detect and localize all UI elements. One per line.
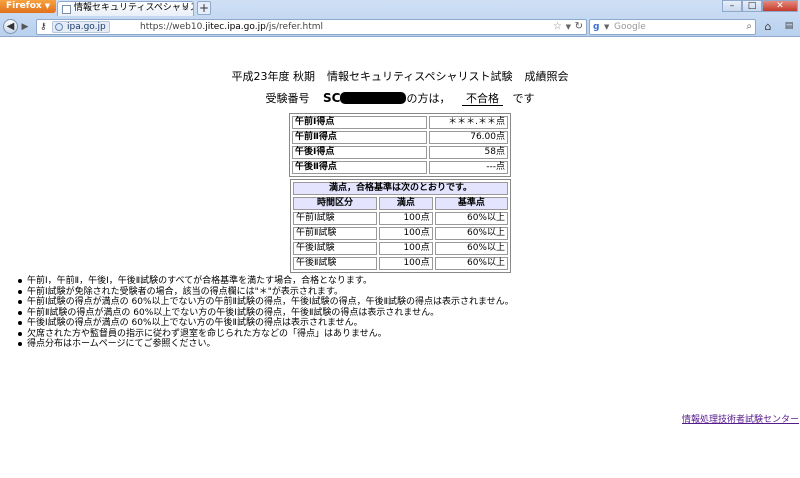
- score-value: ＊＊＊.＊＊点: [428, 116, 508, 129]
- exam-number-prefix: SC: [323, 91, 341, 105]
- new-tab-button[interactable]: +: [197, 1, 211, 15]
- criteria-row: 午前Ⅱ試験 100点 60%以上: [293, 227, 508, 240]
- key-icon: ⚷: [40, 22, 47, 32]
- note-item: 欠席された方や監督員の指示に従わず退室を命じられた方などの「得点」はありません。: [18, 329, 518, 340]
- header-time-slot: 時間区分: [293, 197, 377, 210]
- url-prefix: https://web10.: [140, 22, 206, 32]
- score-row: 午前Ⅱ得点 76.00点: [292, 131, 508, 144]
- score-name: 午前Ⅱ得点: [292, 131, 427, 144]
- exam-result-line: 受験番号 SC の方は， 不合格 です: [0, 90, 800, 106]
- criteria-time-slot: 午後Ⅰ試験: [293, 242, 377, 255]
- tab-title: 情報セキュリティスペシャリスト試験...: [74, 3, 193, 13]
- footer-link-exam-center[interactable]: 情報処理技術者試験センター: [682, 412, 799, 425]
- criteria-full-score: 100点: [379, 227, 433, 240]
- browser-chrome: Firefox▼ 情報セキュリティスペシャリスト試験... × + – □ ✕ …: [0, 0, 800, 37]
- search-icon[interactable]: ⌕: [746, 20, 752, 34]
- exam-number-label: 受験番号: [265, 92, 310, 105]
- search-placeholder: Google: [614, 22, 646, 32]
- result-suffix: です: [512, 92, 535, 105]
- criteria-full-score: 100点: [379, 257, 433, 270]
- header-full-score: 満点: [379, 197, 433, 210]
- title-result-lookup: 成績照会: [524, 70, 569, 83]
- firefox-menu-label: Firefox: [6, 1, 42, 11]
- criteria-caption: 満点，合格基準は次のとおりです。: [293, 182, 508, 195]
- google-icon[interactable]: g: [593, 22, 603, 32]
- redacted-exam-number: [340, 92, 407, 104]
- page-favicon-icon: [62, 5, 71, 14]
- score-value: 76.00点: [428, 131, 508, 144]
- result-status: 不合格: [461, 92, 503, 106]
- back-button[interactable]: ◀: [3, 19, 18, 34]
- firefox-menu-button[interactable]: Firefox ▼: [0, 0, 56, 13]
- score-row: 午前Ⅰ得点 ＊＊＊.＊＊点: [292, 116, 508, 129]
- after-number-text: の方は，: [406, 92, 451, 105]
- note-item: 午前Ⅰ，午前Ⅱ，午後Ⅰ，午後Ⅱ試験のすべてが合格基準を満たす場合，合格となります…: [18, 276, 518, 287]
- home-icon[interactable]: ⌂: [761, 20, 775, 34]
- reload-icon[interactable]: ↻: [575, 20, 583, 34]
- bookmarks-menu-icon[interactable]: ▤: [781, 20, 797, 34]
- url-history-dropdown-icon[interactable]: ▼: [566, 20, 571, 34]
- maximize-button[interactable]: □: [742, 0, 762, 12]
- title-exam-period: 平成23年度 秋期: [231, 70, 315, 83]
- note-item: 午前Ⅰ試験の得点が満点の 60%以上でない方の午前Ⅱ試験の得点，午後Ⅰ試験の得点…: [18, 297, 518, 308]
- criteria-passing-score: 60%以上: [434, 227, 508, 240]
- window-close-button[interactable]: ✕: [762, 0, 798, 12]
- search-box[interactable]: g ▼ Google ⌕: [589, 19, 756, 35]
- chevron-down-icon: ▼: [44, 2, 51, 10]
- page-title: 平成23年度 秋期 情報セキュリティスペシャリスト試験 成績照会: [0, 68, 800, 84]
- tab-close-icon[interactable]: ×: [181, 2, 189, 15]
- url-path: /js/refer.html: [265, 22, 324, 32]
- bookmark-star-icon[interactable]: ☆: [553, 20, 562, 34]
- navigation-bar: ◀ ▶ ⚷ ipa.go.jp https://web10.jitec.ipa.…: [0, 17, 800, 37]
- header-passing-score: 基準点: [434, 197, 508, 210]
- criteria-time-slot: 午後Ⅱ試験: [293, 257, 377, 270]
- minimize-button[interactable]: –: [722, 0, 742, 12]
- criteria-table: 満点，合格基準は次のとおりです。 時間区分 満点 基準点 午前Ⅰ試験 100点 60…: [290, 179, 511, 273]
- score-value: ---点: [428, 161, 508, 174]
- criteria-row: 午後Ⅰ試験 100点 60%以上: [293, 242, 508, 255]
- score-table: 午前Ⅰ得点 ＊＊＊.＊＊点 午前Ⅱ得点 76.00点 午後Ⅰ得点 58点 午後Ⅱ得点 ---点: [289, 113, 511, 177]
- address-bar[interactable]: ⚷ ipa.go.jp https://web10.jitec.ipa.go.j…: [36, 19, 587, 35]
- forward-button[interactable]: ▶: [19, 21, 31, 33]
- criteria-passing-score: 60%以上: [434, 242, 508, 255]
- globe-icon: [55, 23, 63, 31]
- url-domain: jitec.ipa.go.jp: [205, 22, 266, 32]
- score-name: 午後Ⅰ得点: [292, 146, 427, 159]
- criteria-time-slot: 午前Ⅱ試験: [293, 227, 377, 240]
- criteria-row: 午前Ⅰ試験 100点 60%以上: [293, 212, 508, 225]
- site-identity-button[interactable]: ipa.go.jp: [52, 21, 110, 33]
- score-row: 午後Ⅱ得点 ---点: [292, 161, 508, 174]
- browser-tab[interactable]: 情報セキュリティスペシャリスト試験... ×: [57, 1, 194, 16]
- score-name: 午前Ⅰ得点: [292, 116, 427, 129]
- score-row: 午後Ⅰ得点 58点: [292, 146, 508, 159]
- note-item: 得点分布はホームページにてご参照ください。: [18, 339, 518, 350]
- note-item: 午前Ⅱ試験の得点が満点の 60%以上でない方の午後Ⅰ試験の得点，午後Ⅱ試験の得点…: [18, 308, 518, 319]
- url-text: https://web10.jitec.ipa.go.jp/js/refer.h…: [140, 20, 323, 34]
- criteria-row: 午後Ⅱ試験 100点 60%以上: [293, 257, 508, 270]
- score-value: 58点: [428, 146, 508, 159]
- score-name: 午後Ⅱ得点: [292, 161, 427, 174]
- criteria-passing-score: 60%以上: [434, 257, 508, 270]
- site-identity-label: ipa.go.jp: [67, 22, 106, 32]
- note-item: 午後Ⅰ試験の得点が満点の 60%以上でない方の午後Ⅱ試験の得点は表示されません。: [18, 318, 518, 329]
- notes-list: 午前Ⅰ，午前Ⅱ，午後Ⅰ，午後Ⅱ試験のすべてが合格基準を満たす場合，合格となります…: [18, 276, 518, 350]
- criteria-full-score: 100点: [379, 212, 433, 225]
- note-item: 午前Ⅰ試験が免除された受験者の場合，該当の得点欄には"＊"が表示されます。: [18, 287, 518, 298]
- criteria-full-score: 100点: [379, 242, 433, 255]
- criteria-time-slot: 午前Ⅰ試験: [293, 212, 377, 225]
- window-controls: – □ ✕: [722, 0, 798, 13]
- title-exam-name: 情報セキュリティスペシャリスト試験: [326, 70, 513, 83]
- criteria-passing-score: 60%以上: [434, 212, 508, 225]
- search-engine-dropdown-icon[interactable]: ▼: [604, 20, 609, 34]
